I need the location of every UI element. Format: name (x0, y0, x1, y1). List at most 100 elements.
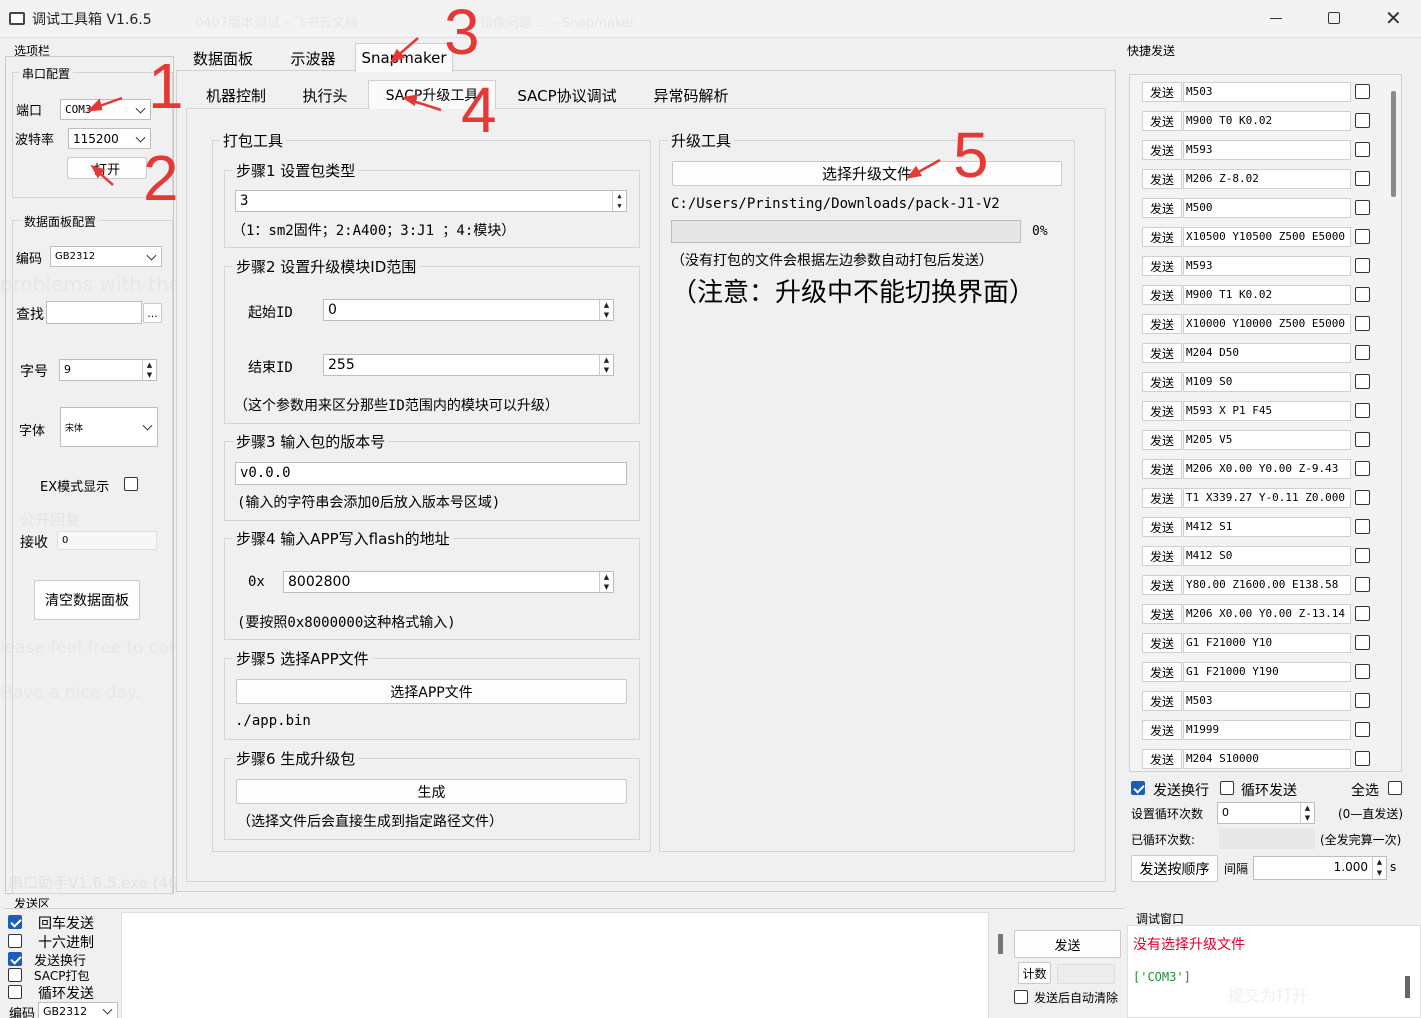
loop-count-spinner[interactable]: ▲ ▼ (1300, 803, 1314, 823)
quick-select-checkbox[interactable] (1355, 345, 1370, 360)
select-app-button[interactable]: 选择APP文件 (236, 679, 627, 704)
quick-send-button[interactable]: 发送 (1142, 169, 1182, 189)
quick-command-input[interactable]: M593 (1183, 256, 1351, 276)
flash-address-input[interactable]: 8002800 ▲ ▼ (283, 571, 614, 593)
quick-send-button[interactable]: 发送 (1142, 285, 1182, 305)
count-button[interactable]: 计数 (1018, 962, 1051, 984)
start-id-input[interactable]: 0 ▲ ▼ (323, 299, 614, 321)
quick-send-button[interactable]: 发送 (1142, 198, 1182, 218)
font-size-input[interactable]: 9 ▲ ▼ (59, 359, 157, 381)
generate-button[interactable]: 生成 (236, 779, 627, 804)
send-loop-checkbox[interactable] (8, 985, 22, 999)
quick-loop-checkbox[interactable] (1220, 781, 1234, 795)
quick-select-checkbox[interactable] (1355, 519, 1370, 534)
tab-error-code[interactable]: 异常码解析 (636, 82, 746, 109)
quick-send-scrollbar[interactable] (1391, 91, 1396, 197)
search-input[interactable] (46, 301, 142, 324)
send-button[interactable]: 发送 (1014, 930, 1121, 958)
quick-select-checkbox[interactable] (1355, 374, 1370, 389)
quick-command-input[interactable]: M900 T0 K0.02 (1183, 111, 1351, 131)
quick-command-input[interactable]: M204 D50 (1183, 343, 1351, 363)
send-encoding-select[interactable]: GB2312 (38, 1002, 118, 1018)
quick-select-checkbox[interactable] (1355, 490, 1370, 505)
tab-data-panel[interactable]: 数据面板 (178, 45, 268, 72)
package-type-spinner[interactable]: ▲ ▼ (612, 191, 626, 211)
quick-select-checkbox[interactable] (1355, 258, 1370, 273)
quick-command-input[interactable]: X10000 Y10000 Z500 E5000 (1183, 314, 1351, 334)
quick-send-button[interactable]: 发送 (1142, 314, 1182, 334)
tab-oscilloscope[interactable]: 示波器 (272, 45, 354, 72)
send-newline-checkbox[interactable] (8, 952, 22, 966)
quick-send-button[interactable]: 发送 (1142, 82, 1182, 102)
interval-input[interactable]: 1.000 ▲ ▼ (1253, 856, 1387, 880)
quick-command-input[interactable]: M412 S0 (1183, 546, 1351, 566)
quick-send-button[interactable]: 发送 (1142, 604, 1182, 624)
port-select[interactable]: COM3 (60, 99, 151, 120)
select-upgrade-file-button[interactable]: 选择升级文件 (672, 161, 1062, 186)
quick-command-input[interactable]: X10500 Y10500 Z500 E5000 (1183, 227, 1351, 247)
quick-send-button[interactable]: 发送 (1142, 430, 1182, 450)
quick-send-button[interactable]: 发送 (1142, 343, 1182, 363)
quick-command-input[interactable]: M593 (1183, 140, 1351, 160)
quick-select-checkbox[interactable] (1355, 606, 1370, 621)
quick-send-button[interactable]: 发送 (1142, 662, 1182, 682)
loop-count-input[interactable]: 0 ▲ ▼ (1217, 802, 1315, 824)
font-size-spinner[interactable]: ▲ ▼ (142, 360, 156, 380)
quick-send-button[interactable]: 发送 (1142, 749, 1182, 769)
open-port-button[interactable]: 打开 (67, 157, 147, 179)
quick-send-button[interactable]: 发送 (1142, 227, 1182, 247)
quick-send-button[interactable]: 发送 (1142, 546, 1182, 566)
font-select[interactable]: 宋体 (60, 407, 158, 447)
quick-command-input[interactable]: M206 X0.00 Y0.00 Z-9.43 (1183, 459, 1351, 479)
quick-command-input[interactable]: M1999 (1183, 720, 1351, 740)
quick-select-checkbox[interactable] (1355, 432, 1370, 447)
quick-command-input[interactable]: G1 F21000 Y190 (1183, 662, 1351, 682)
package-type-input[interactable]: 3 ▲ ▼ (235, 190, 627, 212)
tab-toolhead[interactable]: 执行头 (285, 82, 365, 109)
quick-command-input[interactable]: M206 Z-8.02 (1183, 169, 1351, 189)
debug-scrollbar[interactable] (1405, 976, 1410, 998)
quick-command-input[interactable]: M205 V5 (1183, 430, 1351, 450)
quick-command-input[interactable]: M500 (1183, 198, 1351, 218)
interval-spinner[interactable]: ▲ ▼ (1372, 857, 1386, 879)
quick-select-checkbox[interactable] (1355, 635, 1370, 650)
quick-send-button[interactable]: 发送 (1142, 691, 1182, 711)
quick-select-checkbox[interactable] (1355, 200, 1370, 215)
quick-command-input[interactable]: M503 (1183, 82, 1351, 102)
quick-select-checkbox[interactable] (1355, 142, 1370, 157)
baud-select[interactable]: 115200 (68, 128, 151, 149)
quick-send-button[interactable]: 发送 (1142, 575, 1182, 595)
tab-sacp-protocol[interactable]: SACP协议调试 (502, 82, 632, 109)
select-all-checkbox[interactable] (1388, 781, 1402, 795)
quick-send-button[interactable]: 发送 (1142, 111, 1182, 131)
flash-address-spinner[interactable]: ▲ ▼ (599, 572, 613, 592)
maximize-icon[interactable] (1328, 12, 1340, 24)
quick-select-checkbox[interactable] (1355, 577, 1370, 592)
clear-panel-button[interactable]: 清空数据面板 (34, 580, 140, 620)
start-id-spinner[interactable]: ▲ ▼ (599, 300, 613, 320)
quick-select-checkbox[interactable] (1355, 548, 1370, 563)
quick-send-button[interactable]: 发送 (1142, 401, 1182, 421)
quick-command-input[interactable]: M900 T1 K0.02 (1183, 285, 1351, 305)
send-splitter[interactable] (998, 934, 1003, 954)
version-input[interactable]: v0.0.0 (235, 462, 627, 485)
ex-mode-checkbox[interactable] (124, 477, 138, 491)
quick-select-checkbox[interactable] (1355, 113, 1370, 128)
auto-clear-checkbox[interactable] (1014, 990, 1028, 1004)
enter-send-checkbox[interactable] (8, 915, 22, 929)
quick-select-checkbox[interactable] (1355, 287, 1370, 302)
send-in-order-button[interactable]: 发送按顺序 (1131, 855, 1218, 882)
quick-send-button[interactable]: 发送 (1142, 256, 1182, 276)
end-id-input[interactable]: 255 ▲ ▼ (323, 354, 614, 376)
quick-send-button[interactable]: 发送 (1142, 140, 1182, 160)
quick-select-checkbox[interactable] (1355, 461, 1370, 476)
quick-command-input[interactable]: Y80.00 Z1600.00 E138.58 (1183, 575, 1351, 595)
sacp-pack-checkbox[interactable] (8, 968, 22, 982)
quick-send-button[interactable]: 发送 (1142, 459, 1182, 479)
search-button[interactable]: ... (143, 303, 162, 323)
quick-send-button[interactable]: 发送 (1142, 633, 1182, 653)
quick-command-input[interactable]: M206 X0.00 Y0.00 Z-13.14 (1183, 604, 1351, 624)
quick-command-input[interactable]: M503 (1183, 691, 1351, 711)
quick-send-button[interactable]: 发送 (1142, 720, 1182, 740)
tab-machine-control[interactable]: 机器控制 (190, 82, 282, 109)
